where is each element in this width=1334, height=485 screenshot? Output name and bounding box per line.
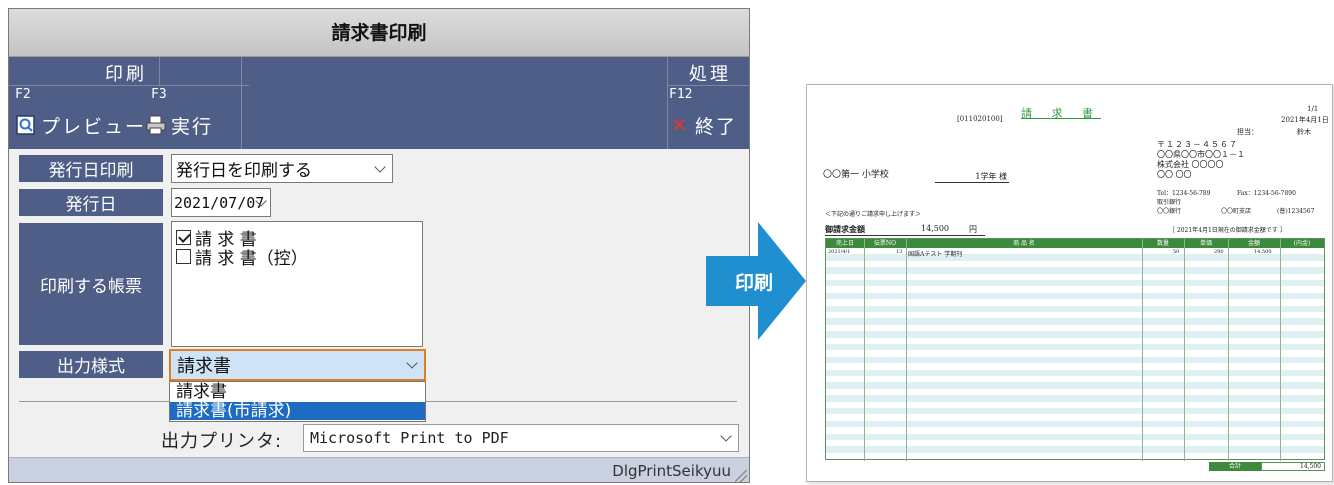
close-fkey: F12 bbox=[669, 87, 693, 102]
forms-checklist[interactable]: 請 求 書 請 求 書（控） bbox=[171, 221, 423, 347]
chevron-down-icon bbox=[374, 160, 386, 173]
sender-block: 〒１２３－４５６７ 〇〇県〇〇市〇〇１－１ 株式会社 〇〇〇〇 〇〇 〇〇 bbox=[1157, 140, 1245, 180]
row-item: 国語Aテスト 学期刊 bbox=[908, 251, 963, 258]
toolbar: 印刷 処理 F2 F3 F12 プレビュー 実行 ✕ 終了 bbox=[9, 57, 749, 149]
table-header: 伝票NO bbox=[864, 239, 906, 248]
table-header: 売上日 bbox=[826, 239, 864, 248]
close-icon: ✕ bbox=[670, 113, 690, 137]
preview-label: プレビュー bbox=[41, 115, 147, 138]
invoice-notice: ＜下記の通りご請求申し上げます＞ bbox=[825, 211, 922, 218]
dialog-title: 請求書印刷 bbox=[9, 9, 749, 57]
row-price: 290 bbox=[1214, 249, 1224, 255]
total-value: 14,500 bbox=[1261, 462, 1325, 471]
row-date: 2021/4/1 bbox=[828, 249, 851, 255]
table-header: 商 品 名 bbox=[906, 239, 1142, 248]
bank-branch: 〇〇町支店 bbox=[1221, 208, 1252, 215]
recipient-name: 〇〇第一 小学校 bbox=[823, 170, 889, 180]
table-header: 数量 bbox=[1142, 239, 1184, 248]
printer-select[interactable]: Microsoft Print to PDF bbox=[303, 424, 739, 452]
output-style-dropdown: 請求書 請求書(市請求) bbox=[169, 381, 426, 422]
bank-account: (普)1234567 bbox=[1277, 208, 1315, 215]
preview-icon bbox=[16, 115, 35, 135]
close-label: 終了 bbox=[695, 115, 738, 138]
row-no: 13 bbox=[896, 249, 903, 255]
invoice-page: 1/1 bbox=[1307, 105, 1319, 113]
invoice-date: 2021年4月1日 bbox=[1281, 116, 1329, 124]
printer-value: Microsoft Print to PDF bbox=[310, 429, 509, 447]
output-style-combobox[interactable]: 請求書 bbox=[169, 349, 426, 381]
amount-as-of: ［ 2021年4月1日現在の御請求金額です ］ bbox=[1169, 227, 1286, 234]
recipient-class: 1学年 様 bbox=[935, 171, 1009, 183]
status-text: DlgPrintSeikyuu bbox=[612, 462, 731, 480]
amount-value: 14,500 bbox=[921, 224, 949, 233]
table-row bbox=[826, 452, 1324, 460]
output-style-value: 請求書 bbox=[177, 356, 231, 377]
checkbox-unchecked[interactable] bbox=[176, 249, 191, 264]
execute-label: 実行 bbox=[171, 115, 214, 138]
row-qty: 50 bbox=[1173, 249, 1180, 255]
print-group-label: 印刷 bbox=[105, 64, 147, 85]
amount-row: 御請求金額 14,500 円 bbox=[825, 224, 985, 236]
forms-label: 印刷する帳票 bbox=[19, 223, 163, 345]
bank-name: 〇〇銀行 bbox=[1157, 208, 1182, 215]
output-style-option-highlighted[interactable]: 請求書(市請求) bbox=[170, 402, 425, 420]
sender-line: 株式会社 〇〇〇〇 bbox=[1157, 160, 1224, 169]
sender-postal: 〒１２３－４５６７ bbox=[1157, 140, 1238, 149]
printer-label: 出力プリンタ: bbox=[161, 431, 283, 452]
arrow-label: 印刷 bbox=[734, 272, 773, 294]
table-header: 単価 bbox=[1184, 239, 1228, 248]
preview-button[interactable]: プレビュー bbox=[15, 109, 146, 141]
issue-date-print-label: 発行日印刷 bbox=[19, 155, 163, 182]
checkbox-checked[interactable] bbox=[176, 230, 191, 245]
invoice-id: [011020100] bbox=[957, 115, 1003, 123]
invoice-table: 売上日 伝票NO 商 品 名 数量 単価 金額 (内金) 2021/4/1 13… bbox=[825, 238, 1325, 461]
form-item-invoice-copy[interactable]: 請 求 書（控） bbox=[176, 244, 308, 269]
process-group-label: 処理 bbox=[689, 64, 731, 85]
execute-fkey: F3 bbox=[151, 87, 167, 102]
invoice-title: 請 求 書 bbox=[1021, 107, 1101, 120]
status-bar: DlgPrintSeikyuu bbox=[9, 457, 749, 482]
sender-tel: Tel：1234-56-789 bbox=[1157, 190, 1211, 197]
amount-unit: 円 bbox=[969, 225, 977, 234]
invoice-staff-label: 担当： bbox=[1237, 128, 1258, 136]
output-style-option[interactable]: 請求書 bbox=[170, 383, 428, 401]
output-style-label: 出力様式 bbox=[19, 351, 163, 378]
sender-fax: Fax：1234-56-7890 bbox=[1237, 190, 1296, 197]
table-header: (内金) bbox=[1280, 239, 1324, 248]
print-invoice-dialog: 請求書印刷 印刷 処理 F2 F3 F12 プレビュー 実行 ✕ 終了 発行日印… bbox=[8, 8, 750, 483]
issue-date-value: 2021/07/07 bbox=[174, 193, 265, 212]
form-item-label: 請 求 書（控） bbox=[195, 249, 308, 269]
preview-fkey: F2 bbox=[15, 87, 31, 102]
bank-label: 取引銀行 bbox=[1157, 199, 1182, 206]
issue-date-picker[interactable]: 2021/07/07 bbox=[171, 188, 271, 217]
sender-line: 〇〇 〇〇 bbox=[1157, 170, 1192, 179]
issue-date-label: 発行日 bbox=[19, 189, 163, 216]
amount-label: 御請求金額 bbox=[825, 224, 865, 234]
chevron-down-icon bbox=[406, 357, 418, 369]
resize-grip[interactable] bbox=[735, 470, 747, 482]
sender-line: 〇〇県〇〇市〇〇１－１ bbox=[1157, 150, 1245, 159]
invoice-staff: 鈴木 bbox=[1297, 128, 1311, 136]
total-label: 合計 bbox=[1209, 462, 1261, 471]
printer-icon bbox=[146, 115, 166, 135]
table-header: 金額 bbox=[1228, 239, 1280, 248]
issue-date-print-value: 発行日を印刷する bbox=[176, 161, 312, 181]
issue-date-print-select[interactable]: 発行日を印刷する bbox=[171, 154, 393, 183]
execute-button[interactable]: 実行 bbox=[145, 109, 213, 141]
row-amount: 14,500 bbox=[1254, 249, 1272, 255]
close-button[interactable]: ✕ 終了 bbox=[669, 109, 737, 141]
invoice-preview: 請 求 書 [011020100] 1/1 2021年4月1日 担当： 鈴木 〒… bbox=[806, 84, 1333, 482]
chevron-down-icon bbox=[720, 430, 732, 442]
